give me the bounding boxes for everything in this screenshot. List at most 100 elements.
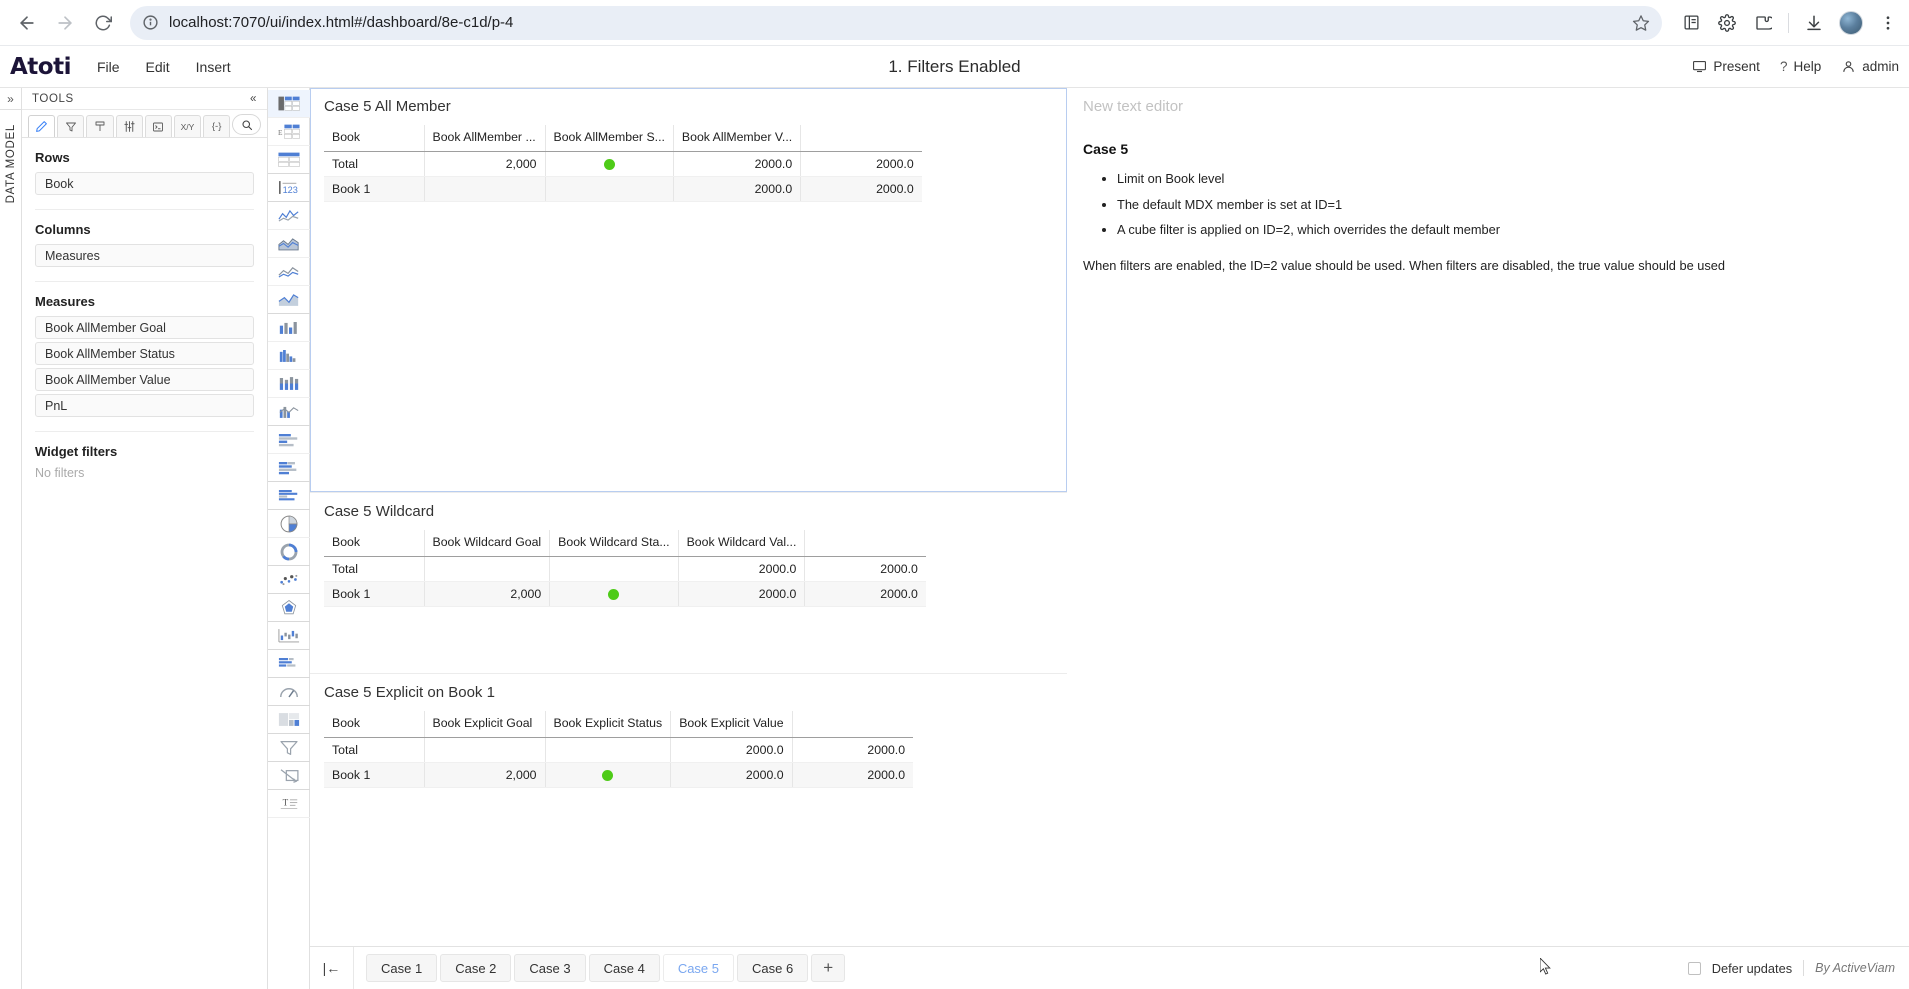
filter-icon[interactable]: [267, 734, 310, 762]
measure-pnl[interactable]: PnL: [35, 394, 254, 417]
bar-chart-icon[interactable]: [267, 426, 310, 454]
column-chart-icon[interactable]: [267, 314, 310, 342]
tools-search-button[interactable]: [232, 114, 262, 135]
pivot-table[interactable]: Book Book AllMember ... Book AllMember S…: [324, 125, 922, 202]
kebab-menu-icon[interactable]: [1877, 12, 1899, 34]
col-header-book[interactable]: Book: [324, 530, 425, 557]
waterfall-chart-icon[interactable]: [267, 622, 310, 650]
tab-case-6[interactable]: Case 6: [737, 954, 809, 982]
col-header-status[interactable]: Book Wildcard Sta...: [549, 530, 679, 557]
profile-avatar[interactable]: [1839, 10, 1863, 35]
table-row[interactable]: Book 1 2000.0 2000.0: [324, 176, 922, 202]
tab-case-4[interactable]: Case 4: [588, 954, 660, 982]
col-header-pnl[interactable]: [792, 711, 914, 738]
col-header-goal[interactable]: Book AllMember ...: [424, 125, 546, 152]
grouped-bar-chart-icon[interactable]: [267, 482, 310, 510]
present-button[interactable]: Present: [1692, 59, 1760, 74]
browser-back-button[interactable]: [10, 6, 44, 40]
drill-icon[interactable]: [267, 762, 310, 790]
section-rows-title: Rows: [35, 150, 70, 165]
site-info-icon[interactable]: [142, 14, 159, 31]
extensions-icon[interactable]: [1752, 12, 1774, 34]
table-row[interactable]: Total 2,000 2000.0 2000.0: [324, 151, 922, 177]
col-header-value[interactable]: Book Explicit Value: [670, 711, 793, 738]
tab-settings-sliders[interactable]: [115, 115, 143, 137]
line-chart-icon[interactable]: [267, 202, 310, 230]
expand-rail-button[interactable]: »: [0, 88, 21, 110]
tab-console[interactable]: [144, 115, 172, 137]
defer-updates-checkbox[interactable]: [1687, 961, 1701, 975]
tab-filters-funnel[interactable]: [57, 115, 85, 137]
widget-text-editor[interactable]: New text editor Case 5 Limit on Book lev…: [1067, 88, 1909, 492]
table-row[interactable]: Total 2000.0 2000.0: [324, 737, 914, 763]
tab-case-3[interactable]: Case 3: [514, 954, 586, 982]
measure-book-allmember-value[interactable]: Book AllMember Value: [35, 368, 254, 391]
gantt-chart-icon[interactable]: [267, 650, 310, 678]
atoti-logo[interactable]: Atoti: [10, 54, 71, 80]
widget-case5-all-member[interactable]: Case 5 All Member Book Book AllMember ..…: [310, 88, 1067, 492]
rows-field-book[interactable]: Book: [35, 172, 254, 195]
tab-style-paintbrush[interactable]: [86, 115, 114, 137]
col-header-goal[interactable]: Book Wildcard Goal: [424, 530, 551, 557]
address-bar[interactable]: localhost:7070/ui/index.html#/dashboard/…: [130, 5, 1662, 40]
browser-forward-button[interactable]: [48, 6, 82, 40]
download-icon[interactable]: [1803, 12, 1825, 34]
col-header-book[interactable]: Book: [324, 125, 425, 152]
collapse-tools-button[interactable]: «: [250, 93, 257, 105]
columns-field-measures[interactable]: Measures: [35, 244, 254, 267]
tree-table-icon[interactable]: E: [267, 118, 310, 146]
stacked-bar-chart-icon[interactable]: [267, 454, 310, 482]
text-editor-icon[interactable]: T: [267, 790, 310, 818]
spline-chart-icon[interactable]: [267, 258, 310, 286]
area-chart-icon[interactable]: [267, 230, 310, 258]
layout-icon[interactable]: [267, 706, 310, 734]
table-icon[interactable]: [267, 146, 310, 174]
gauge-icon[interactable]: [267, 678, 310, 706]
col-header-goal[interactable]: Book Explicit Goal: [424, 711, 546, 738]
col-header-pnl[interactable]: [800, 125, 922, 152]
tab-expression[interactable]: {-}: [203, 115, 231, 137]
histogram-icon[interactable]: [267, 342, 310, 370]
browser-reload-button[interactable]: [86, 6, 120, 40]
tab-editor-pencil[interactable]: [28, 115, 56, 137]
collapse-panel-button[interactable]: |←: [310, 947, 354, 989]
table-row[interactable]: Total 2000.0 2000.0: [324, 556, 926, 582]
menu-edit[interactable]: Edit: [146, 59, 170, 75]
scatter-plot-icon[interactable]: [267, 566, 310, 594]
reading-list-icon[interactable]: [1680, 12, 1702, 34]
user-menu[interactable]: admin: [1841, 59, 1899, 74]
widget-case5-wildcard[interactable]: Case 5 Wildcard Book Book Wildcard Goal …: [310, 492, 1067, 673]
help-button[interactable]: ? Help: [1780, 59, 1821, 74]
pivot-table[interactable]: Book Book Explicit Goal Book Explicit St…: [324, 711, 914, 788]
tab-xy-axis[interactable]: X/Y: [173, 115, 202, 137]
measure-book-allmember-status[interactable]: Book AllMember Status: [35, 342, 254, 365]
combo-chart-icon[interactable]: [267, 398, 310, 426]
stacked-column-chart-icon[interactable]: [267, 370, 310, 398]
col-header-status[interactable]: Book Explicit Status: [545, 711, 672, 738]
tab-case-5[interactable]: Case 5: [662, 954, 735, 982]
col-header-value[interactable]: Book Wildcard Val...: [678, 530, 806, 557]
bookmark-star-icon[interactable]: [1632, 14, 1650, 32]
menu-insert[interactable]: Insert: [196, 59, 231, 75]
col-header-pnl[interactable]: [804, 530, 926, 557]
menu-file[interactable]: File: [97, 59, 120, 75]
radar-chart-icon[interactable]: [267, 594, 310, 622]
tab-case-1[interactable]: Case 1: [366, 954, 438, 982]
tab-case-2[interactable]: Case 2: [440, 954, 512, 982]
donut-chart-icon[interactable]: [267, 538, 310, 566]
data-model-label[interactable]: DATA MODEL: [5, 124, 17, 203]
pivot-table[interactable]: Book Book Wildcard Goal Book Wildcard St…: [324, 530, 926, 607]
add-tab-button[interactable]: +: [811, 954, 846, 982]
col-header-value[interactable]: Book AllMember V...: [673, 125, 802, 152]
kpi-number-icon[interactable]: 123: [267, 174, 310, 202]
widget-case5-explicit-book1[interactable]: Case 5 Explicit on Book 1 Book Book Expl…: [310, 673, 1067, 854]
table-row[interactable]: Book 1 2,000 2000.0 2000.0: [324, 581, 926, 607]
pie-chart-icon[interactable]: [267, 510, 310, 538]
col-header-status[interactable]: Book AllMember S...: [545, 125, 674, 152]
measure-book-allmember-goal[interactable]: Book AllMember Goal: [35, 316, 254, 339]
col-header-book[interactable]: Book: [324, 711, 425, 738]
pivot-table-icon[interactable]: [267, 90, 310, 118]
table-row[interactable]: Book 1 2,000 2000.0 2000.0: [324, 762, 914, 788]
gear-icon[interactable]: [1716, 12, 1738, 34]
filled-area-chart-icon[interactable]: [267, 286, 310, 314]
